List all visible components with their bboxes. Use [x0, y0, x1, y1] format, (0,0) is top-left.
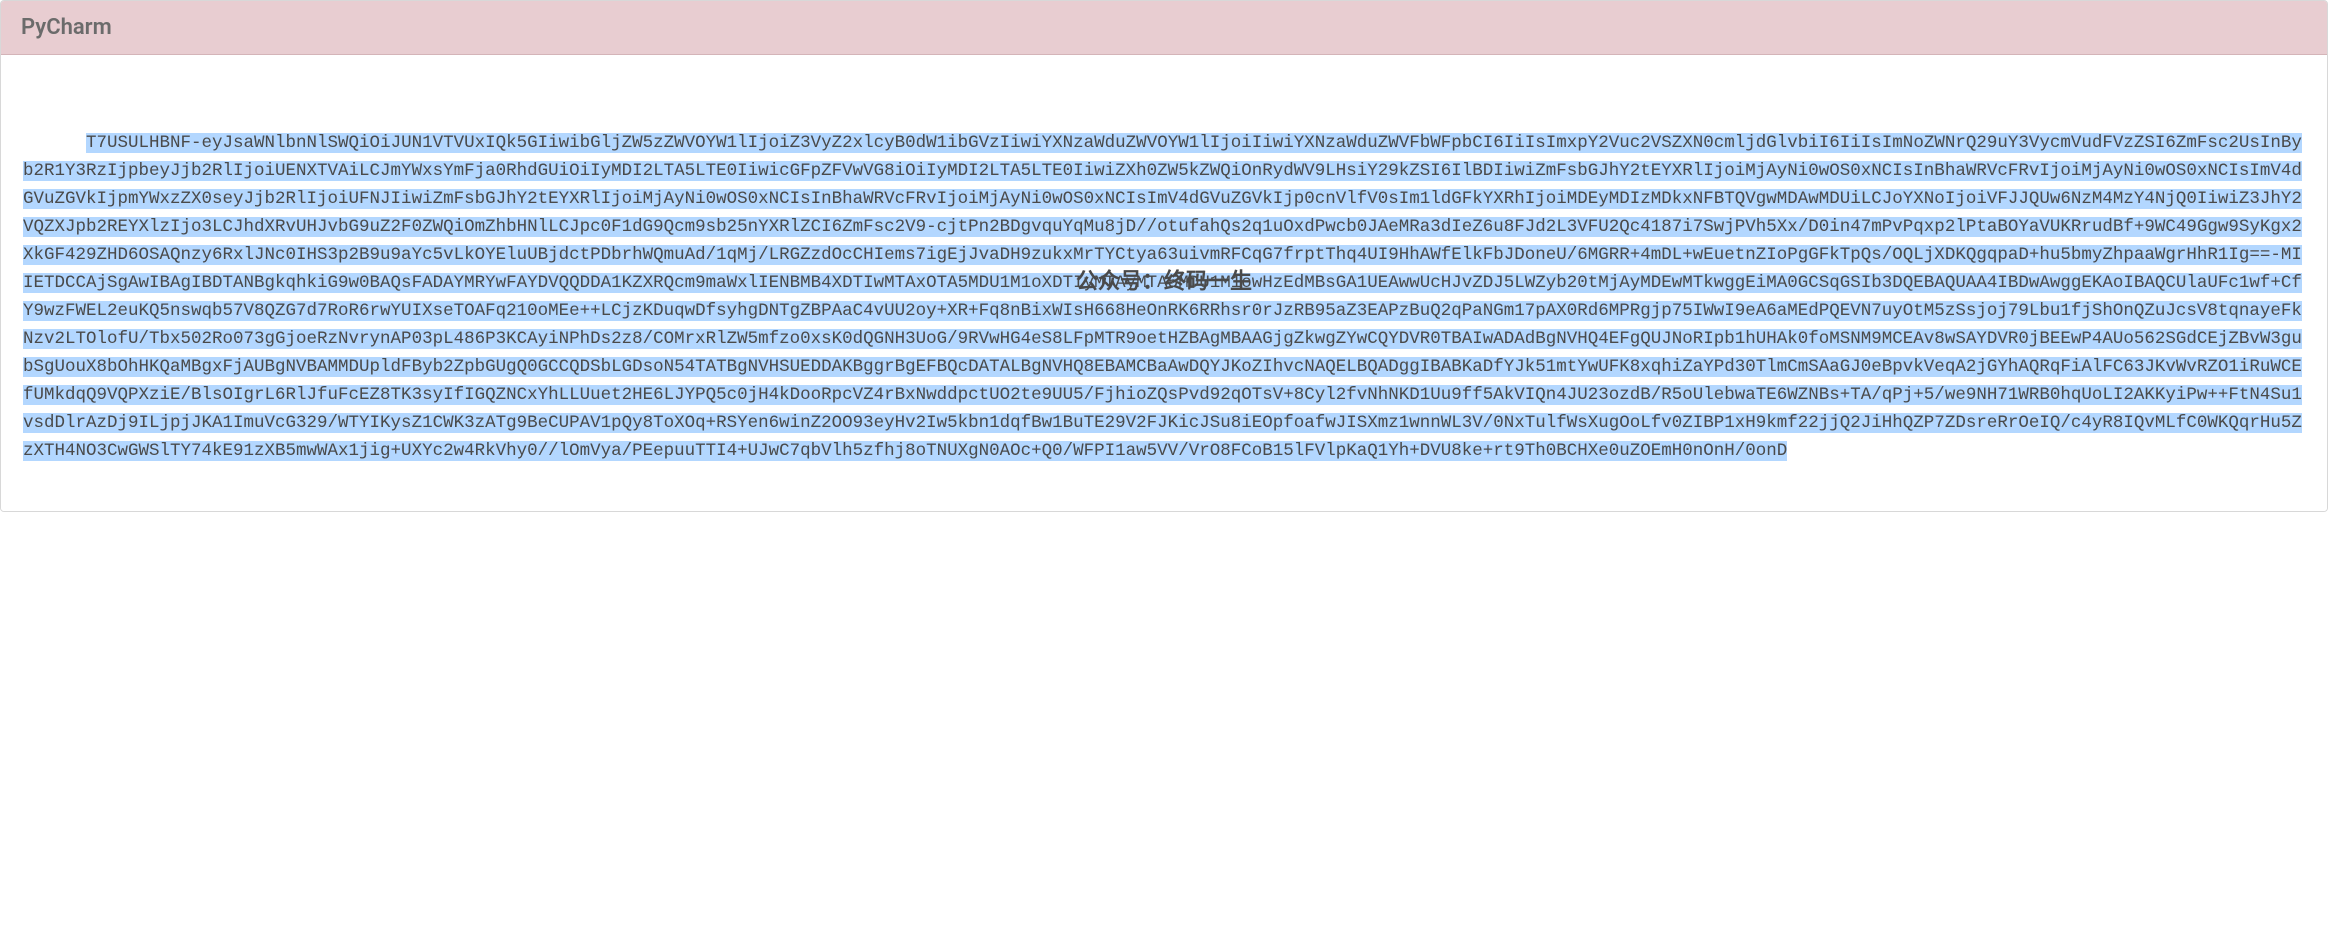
license-code-block[interactable]: 公众号：终码一生 T7USULHBNF-eyJsaWNlbnNlSWQiOiJU…: [23, 73, 2305, 493]
panel-title: PyCharm: [21, 15, 2307, 40]
license-code-text: T7USULHBNF-eyJsaWNlbnNlSWQiOiJUN1VTVUxIQ…: [23, 133, 2302, 461]
license-panel: PyCharm 公众号：终码一生 T7USULHBNF-eyJsaWNlbnNl…: [0, 0, 2328, 512]
panel-header: PyCharm: [1, 1, 2327, 55]
panel-body: 公众号：终码一生 T7USULHBNF-eyJsaWNlbnNlSWQiOiJU…: [1, 55, 2327, 511]
